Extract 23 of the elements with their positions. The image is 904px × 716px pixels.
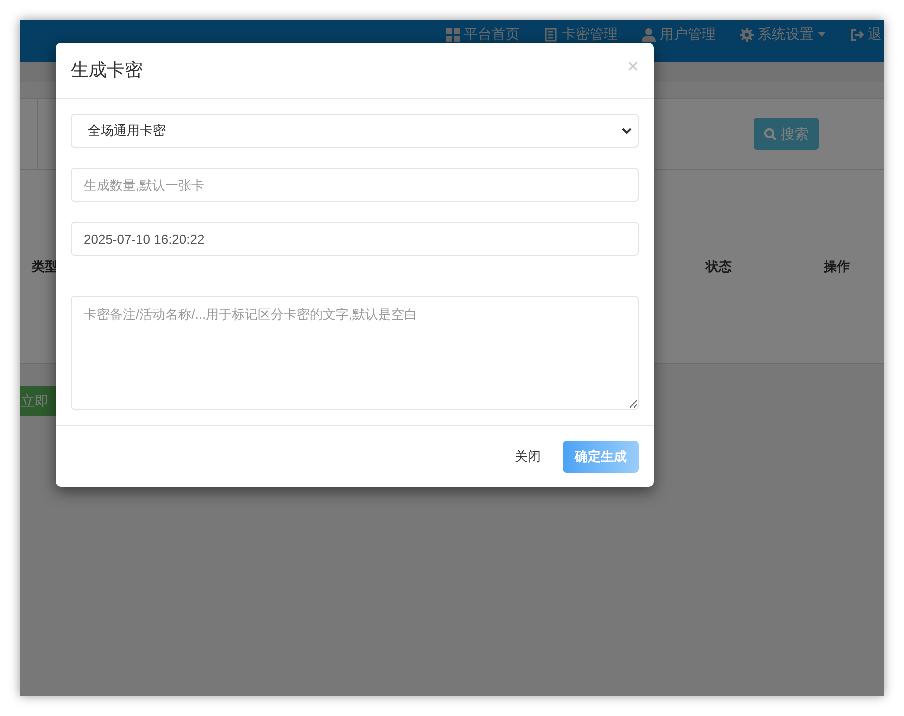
nav-link[interactable]: 系统设置	[740, 27, 826, 42]
user-icon	[642, 28, 656, 42]
nav-link[interactable]: 卡密管理	[544, 27, 618, 42]
chevron-icon	[622, 128, 632, 134]
search-button[interactable]: 搜索	[754, 118, 819, 150]
modal-title: 生成卡密	[71, 59, 143, 82]
gear-icon	[740, 28, 754, 42]
generate-button[interactable]: 确定生成	[563, 440, 639, 472]
column-header: 状态	[706, 258, 732, 276]
column-header: 操作	[824, 258, 850, 276]
document-icon	[544, 28, 558, 42]
nav-link[interactable]: 平台首页	[446, 27, 520, 42]
type-select[interactable]: 全场通用卡密	[71, 114, 639, 148]
expiry-field[interactable]: 2025-07-10 16:20:22	[71, 222, 639, 256]
close-text-button[interactable]: 关闭	[513, 440, 543, 472]
nav-link[interactable]: 退	[850, 27, 882, 42]
logout-icon	[850, 28, 864, 42]
nav-link[interactable]: 用户管理	[642, 27, 716, 42]
count-field[interactable]: 生成数量,默认一张卡	[71, 168, 639, 202]
grid-icon	[446, 28, 460, 42]
note-field[interactable]: 卡密备注/活动名称/...用于标记区分卡密的文字,默认是空白	[71, 296, 639, 410]
search-icon	[764, 128, 777, 140]
close-button[interactable]: ×	[627, 56, 639, 76]
